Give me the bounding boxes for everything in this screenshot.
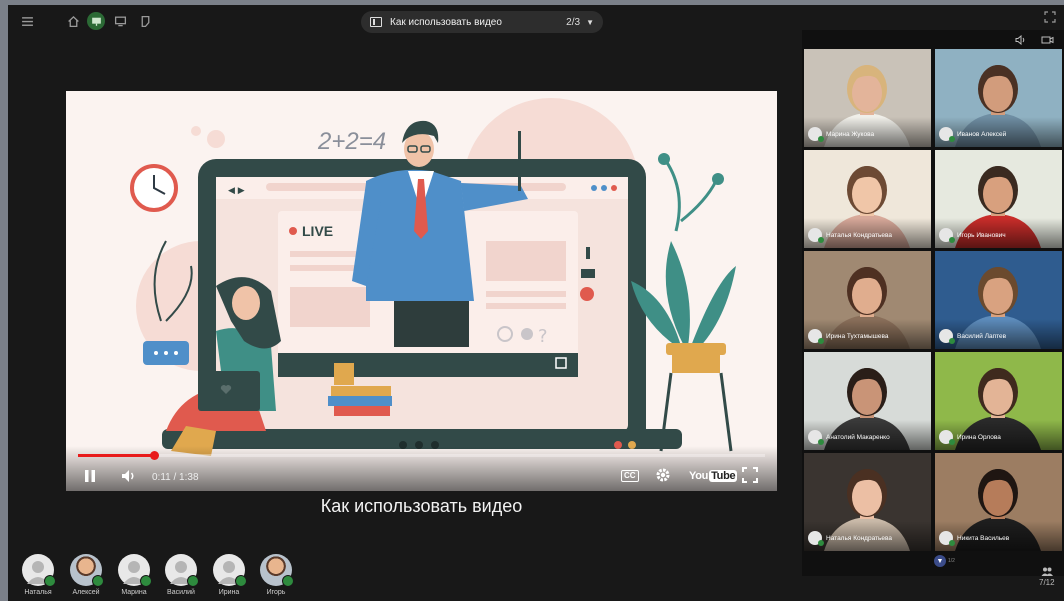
participant-name: Игорь	[266, 589, 286, 596]
avatar	[939, 531, 955, 546]
pause-icon[interactable]	[82, 468, 98, 484]
video-caption: Как использовать видео	[320, 496, 523, 516]
participant-name: Наталья Кондратьева	[826, 534, 893, 542]
online-badge	[235, 575, 247, 587]
participant-avatar-item[interactable]: Игорь	[254, 554, 298, 596]
youtube-logo[interactable]: You Tube	[689, 470, 738, 482]
volume-icon[interactable]	[120, 468, 138, 484]
presentation-title: Как использовать видео	[390, 16, 502, 28]
online-badge	[282, 575, 294, 587]
avatar	[939, 228, 955, 243]
avatar	[808, 531, 824, 546]
avatar	[22, 554, 56, 587]
participant-video-tile[interactable]: Василий Лаптев	[935, 251, 1062, 349]
avatar	[118, 554, 152, 587]
video-progress-bar[interactable]	[78, 451, 765, 460]
scroll-down-button[interactable]: ▼	[934, 555, 946, 567]
closed-captions-button[interactable]: CC	[621, 470, 639, 482]
participant-name: Наталья Кондратьева	[826, 231, 893, 239]
video-time: 0:11 / 1:38	[152, 472, 199, 483]
participant-avatar-item[interactable]: Наталья	[16, 554, 60, 596]
participant-name: Василий	[167, 589, 195, 596]
conference-app: Как использовать видео 2/3 ▼ 2+2=4 ◀ ▶ L…	[8, 5, 1064, 601]
participant-name: Ирина Тухтамышева	[826, 332, 889, 340]
participant-name: Ирина Орлова	[957, 433, 1001, 441]
participant-avatar-item[interactable]: Алексей	[64, 554, 108, 596]
participant-name: Иванов Алексей	[957, 130, 1007, 138]
online-badge	[140, 575, 152, 587]
avatar	[808, 329, 824, 344]
speaker-icon[interactable]	[1015, 34, 1027, 48]
monitor-icon[interactable]	[111, 12, 129, 30]
chevron-down-icon[interactable]: ▼	[586, 18, 594, 27]
online-badge	[44, 575, 56, 587]
participants-counter[interactable]: 7/12	[1039, 567, 1055, 587]
participant-video-tile[interactable]: Ирина Орлова	[935, 352, 1062, 450]
participant-name: Марина	[121, 589, 147, 596]
participant-video-tile[interactable]: Наталья Кондратьева	[804, 453, 931, 551]
video-frame-illustration: 2+2=4 ◀ ▶ LIVE ?	[130, 98, 736, 456]
svg-text:?: ?	[538, 326, 548, 347]
participant-video-tile[interactable]: Ирина Тухтамышева	[804, 251, 931, 349]
menu-icon[interactable]	[18, 12, 36, 30]
svg-text:◀ ▶: ◀ ▶	[228, 186, 245, 196]
participant-name: Василий Лаптев	[957, 332, 1007, 340]
participant-video-tile[interactable]: Иванов Алексей	[935, 49, 1062, 147]
participant-avatar-item[interactable]: Ирина	[207, 554, 251, 596]
participant-name: Марина Жукова	[826, 130, 875, 138]
participant-name: Наталья	[24, 589, 52, 596]
participant-video-tile[interactable]: Марина Жукова	[804, 49, 931, 147]
video-progress-fill	[78, 454, 154, 457]
participant-name: Анатолий Макаренко	[826, 433, 890, 441]
participant-video-tile[interactable]: Игорь Иванович	[935, 150, 1062, 248]
fullscreen-icon[interactable]	[1044, 11, 1056, 26]
slide-counter: 2/3	[566, 16, 581, 28]
participant-name: Никита Васильев	[957, 534, 1010, 542]
avatar	[70, 554, 104, 587]
avatar	[939, 329, 955, 344]
settings-gear-icon[interactable]	[654, 466, 672, 484]
participant-name: Алексей	[72, 589, 100, 596]
participant-video-tile[interactable]: Наталья Кондратьева	[804, 150, 931, 248]
live-label: LIVE	[302, 223, 333, 239]
people-icon	[1039, 567, 1055, 578]
camera-icon[interactable]	[1041, 35, 1054, 48]
avatar	[808, 127, 824, 142]
video-progress-knob[interactable]	[149, 451, 159, 460]
avatar	[939, 430, 955, 445]
participant-video-tile[interactable]: Анатолий Макаренко	[804, 352, 931, 450]
participants-count-label: 7/12	[1039, 578, 1055, 587]
presentation-icon[interactable]	[87, 12, 105, 30]
participant-avatar-item[interactable]: Марина	[112, 554, 156, 596]
participant-avatar-item[interactable]: Василий	[159, 554, 203, 596]
home-icon[interactable]	[64, 12, 82, 30]
online-badge	[187, 575, 199, 587]
participant-name: Ирина	[218, 589, 240, 596]
slides-icon	[370, 17, 382, 27]
participant-name: Игорь Иванович	[957, 231, 1006, 239]
avatar	[939, 127, 955, 142]
video-grid-panel: Марина Жукова Иванов Алексей Наталья Кондр…	[802, 30, 1064, 576]
avatar	[213, 554, 247, 587]
cc-label: CC	[621, 470, 639, 482]
formula-text: 2+2=4	[317, 128, 386, 155]
avatar	[165, 554, 199, 587]
avatar	[808, 228, 824, 243]
avatar	[260, 554, 294, 587]
presentation-selector[interactable]: Как использовать видео 2/3 ▼	[361, 11, 603, 33]
youtube-label-tube: Tube	[709, 470, 738, 482]
scroll-page-indicator: 1/2	[948, 558, 955, 564]
youtube-label-you: You	[689, 470, 709, 482]
participant-video-tile[interactable]: Никита Васильев	[935, 453, 1062, 551]
video-player[interactable]: 2+2=4 ◀ ▶ LIVE ? 0:11 / 1:38 CC You Tube	[66, 91, 777, 491]
avatar	[808, 430, 824, 445]
whiteboard-icon[interactable]	[136, 12, 154, 30]
video-fullscreen-icon[interactable]	[741, 466, 759, 484]
online-badge	[92, 575, 104, 587]
